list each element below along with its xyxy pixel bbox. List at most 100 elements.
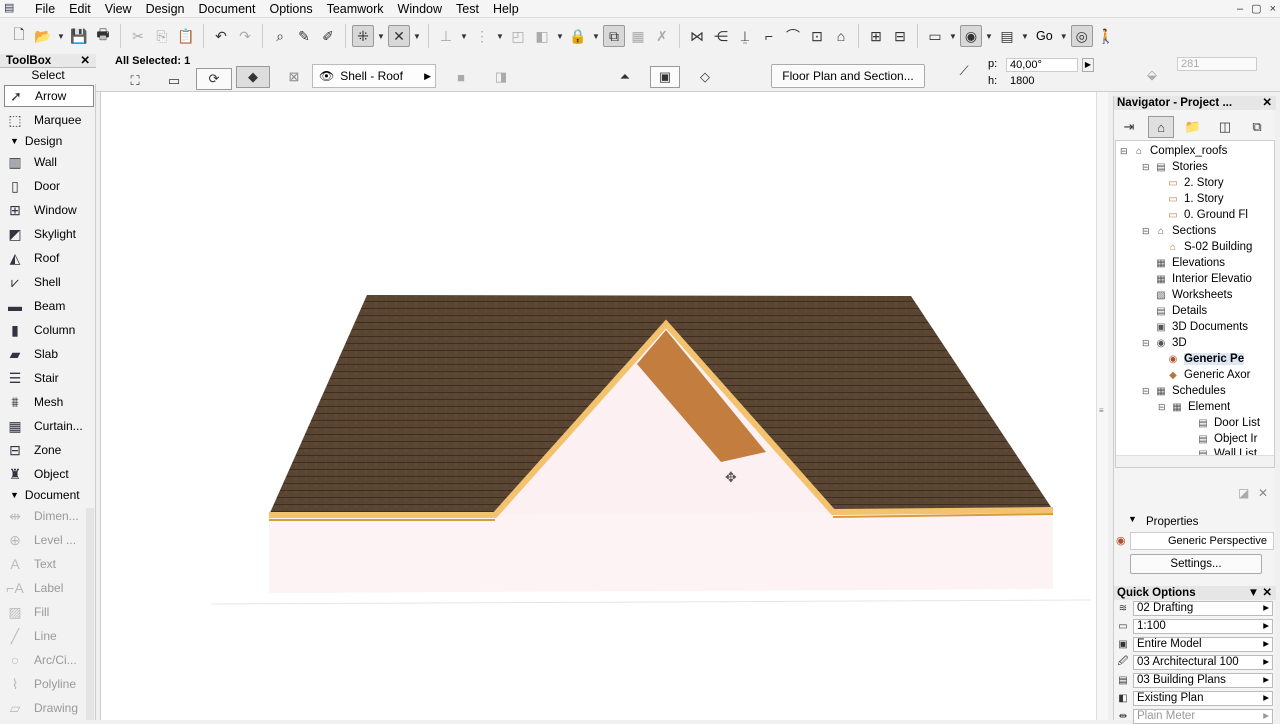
suspend-groups-icon[interactable]: ⧉ [603, 25, 625, 47]
navigator-popup-icon[interactable]: ⇥ [1116, 116, 1142, 138]
collapse-triangle-icon[interactable]: ▼ [1128, 514, 1137, 524]
menu-edit[interactable]: Edit [62, 0, 98, 18]
group-icon[interactable]: ◰ [507, 25, 529, 47]
go-dropdown-icon[interactable]: ▼ [1059, 32, 1069, 41]
redo-icon[interactable]: ↷ [234, 25, 256, 47]
tree-item[interactable]: ▦ Elevations [1154, 255, 1225, 271]
3d-window-dropdown-icon[interactable]: ▼ [984, 32, 994, 41]
eraser-icon[interactable]: ⬙ [1140, 64, 1164, 86]
toolbox-scrollbar[interactable] [86, 508, 94, 720]
tool-shell[interactable]: ⩗ Shell [4, 271, 94, 293]
close-icon[interactable]: ✕ [80, 54, 90, 67]
quick-option-dimension[interactable]: ⇹ Plain Meter ▸ [1117, 708, 1273, 724]
section-dropdown-icon[interactable]: ▼ [1020, 32, 1030, 41]
tool-roof[interactable]: ◭ Roof [4, 247, 94, 269]
tree-item[interactable]: ⊟ ▦ Schedules [1142, 383, 1226, 399]
tool-column[interactable]: ▮ Column [4, 319, 94, 341]
magic-wand-dropdown-icon[interactable]: ▼ [376, 32, 386, 41]
tree-item-selected[interactable]: ◉ Generic Pe [1166, 351, 1245, 367]
tool-dimension[interactable]: ⇹ Dimen... [4, 505, 94, 527]
multi-solid-icon[interactable]: ◨ [490, 66, 512, 88]
close-window-button[interactable]: × [1270, 0, 1276, 18]
tree-item[interactable]: ▤ Details [1154, 303, 1207, 319]
settings-button[interactable]: Settings... [1130, 554, 1262, 574]
intersect-icon[interactable]: ⌐ [758, 25, 780, 47]
pitch-field[interactable]: 40,00° [1006, 58, 1078, 72]
tool-window[interactable]: ⊞ Window [4, 199, 94, 221]
publisher-icon[interactable]: ⧉ [1244, 116, 1270, 138]
quick-option-structure[interactable]: ▣ Entire Model ▸ [1117, 636, 1273, 652]
menu-document[interactable]: Document [192, 0, 263, 18]
tree-item[interactable]: ▭ 0. Ground Fl [1166, 207, 1248, 223]
quick-option-pen-set[interactable]: 🖉 03 Architectural 100 ▸ [1117, 654, 1273, 670]
tree-item[interactable]: ▤ Object Ir [1196, 431, 1257, 447]
tool-skylight[interactable]: ◩ Skylight [4, 223, 94, 245]
tool-line[interactable]: ╱ Line [4, 625, 94, 647]
pitch-arrow-icon[interactable]: ▶ [1082, 58, 1094, 72]
orbit-icon[interactable]: ◎ [1070, 25, 1093, 47]
menu-view[interactable]: View [98, 0, 139, 18]
transform-icon[interactable]: ⊠ [284, 66, 304, 88]
close-icon[interactable]: ▼ ✕ [1248, 586, 1272, 600]
find-select-icon[interactable]: ⌕ [269, 25, 291, 47]
new-file-icon[interactable]: 🗋 [8, 25, 30, 47]
floor-plan-icon[interactable]: ⊞ [865, 25, 887, 47]
marquee-rect-icon[interactable]: ▭ [162, 70, 186, 92]
tool-drawing[interactable]: ▱ Drawing [4, 697, 94, 719]
outline-icon[interactable]: ◇ [694, 66, 716, 88]
undo-icon[interactable]: ↶ [210, 25, 232, 47]
tree-item[interactable]: ◆ Generic Axor [1166, 367, 1250, 383]
tree-item[interactable]: ⊟ ◉ 3D [1142, 335, 1187, 351]
tree-item[interactable]: ▣ 3D Documents [1154, 319, 1248, 335]
copy-icon[interactable]: ⎘ [151, 25, 173, 47]
tree-item[interactable]: ⊟ ▤ Stories [1142, 159, 1208, 175]
walk-icon[interactable]: 🚶 [1095, 25, 1117, 47]
gravity-icon[interactable]: ✕ [388, 25, 410, 47]
tool-arc[interactable]: ○ Arc/Ci... [4, 649, 94, 671]
tool-fill[interactable]: ▨ Fill [4, 601, 94, 623]
quick-option-scale[interactable]: ▭ 1:100 ▸ [1117, 618, 1273, 634]
shell-type-icon[interactable]: ◆ [236, 66, 270, 88]
rotate-marquee-icon[interactable]: ⟳ [196, 68, 232, 90]
pick-up-icon[interactable]: ✎ [293, 25, 315, 47]
floor-plan-and-section-button[interactable]: Floor Plan and Section... [771, 64, 925, 88]
layer-selector[interactable]: 👁 Shell - Roof ▶ [312, 64, 436, 88]
tree-item[interactable]: ⊟ ▦ Element [1158, 399, 1230, 415]
tool-wall[interactable]: ▥ Wall [4, 151, 94, 173]
project-map-icon[interactable]: ⌂ [1148, 116, 1174, 138]
roof-ops-icon[interactable]: ⌂ [830, 25, 852, 47]
layout-book-icon[interactable]: ◫ [1212, 116, 1238, 138]
tree-item[interactable]: ▦ Interior Elevatio [1154, 271, 1252, 287]
go-label[interactable]: Go [1032, 29, 1057, 43]
tool-curtain-wall[interactable]: ▦ Curtain... [4, 415, 94, 437]
quick-option-renovation[interactable]: ◧ Existing Plan ▸ [1117, 690, 1273, 706]
document-group-header[interactable]: ▼ Document [10, 488, 80, 502]
number-field[interactable]: 281 [1177, 57, 1257, 71]
print-icon[interactable]: 🖶 [92, 25, 114, 47]
solid-icon[interactable]: ■ [450, 66, 472, 88]
fillet-icon[interactable]: ⌒ [782, 25, 804, 47]
slope-icon[interactable]: ⏶ [614, 66, 636, 88]
canvas-scrollbar[interactable]: ≡ [1096, 92, 1108, 720]
trim-icon[interactable]: ⋈ [686, 25, 708, 47]
view-map-icon[interactable]: 📁 [1180, 116, 1206, 138]
tool-stair[interactable]: ☰ Stair [4, 367, 94, 389]
adjust-icon[interactable]: ⍊ [734, 25, 756, 47]
display-order-icon[interactable]: ◧ [531, 25, 553, 47]
cut-icon[interactable]: ✂ [127, 25, 149, 47]
tree-item[interactable]: ⊟ ⌂ Sections [1142, 223, 1216, 239]
lock-icon[interactable]: 🔒 [567, 25, 589, 47]
display-order-dropdown-icon[interactable]: ▼ [555, 32, 565, 41]
distribute-dropdown-icon[interactable]: ▼ [495, 32, 505, 41]
gravity-dropdown-icon[interactable]: ▼ [412, 32, 422, 41]
magic-wand-icon[interactable]: ⁜ [352, 25, 374, 47]
explode-icon[interactable]: ✗ [651, 25, 673, 47]
align-icon[interactable]: ⊥ [435, 25, 457, 47]
tool-polyline[interactable]: ⌇ Polyline [4, 673, 94, 695]
open-dropdown-icon[interactable]: ▼ [56, 32, 66, 41]
contour-icon[interactable]: ▣ [650, 66, 680, 88]
tree-item[interactable]: ⊟ ⌂ Complex_roofs [1120, 143, 1227, 159]
tool-object[interactable]: ♜ Object [4, 463, 94, 485]
tree-item[interactable]: ▭ 2. Story [1166, 175, 1223, 191]
align-dropdown-icon[interactable]: ▼ [459, 32, 469, 41]
